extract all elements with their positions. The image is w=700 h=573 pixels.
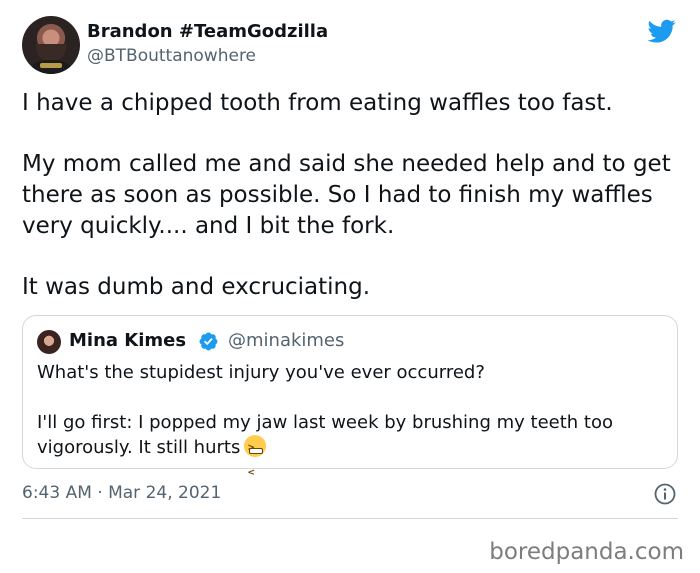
quoted-paragraph: I'll go first: I popped my jaw last week… [37,410,667,486]
quoted-author-avatar[interactable] [37,330,61,354]
tweet-paragraph: My mom called me and said she needed hel… [22,151,671,239]
quoted-tweet-text: What's the stupidest injury you've ever … [37,360,667,486]
tweet-card: Brandon #TeamGodzilla @BTBouttanowhere I… [0,0,700,573]
verified-badge-icon [199,332,218,351]
tweet-paragraph: I have a chipped tooth from eating waffl… [22,90,613,116]
watermark: boredpanda.com [489,539,684,565]
tweet-text: I have a chipped tooth from eating waffl… [22,88,682,303]
author-avatar[interactable] [22,16,80,74]
confounded-face-icon [244,435,267,486]
divider [22,518,678,519]
avatar-shirt-print [40,63,62,68]
author-name[interactable]: Brandon #TeamGodzilla [87,21,328,43]
author-handle[interactable]: @BTBouttanowhere [87,45,256,67]
tweet-timestamp[interactable]: 6:43 AM · Mar 24, 2021 [22,482,221,504]
quoted-tweet[interactable]: Mina Kimes @minakimes What's the stupide… [22,315,678,486]
twitter-bird-icon[interactable] [646,17,678,45]
quoted-paragraph-text: I'll go first: I popped my jaw last week… [37,412,613,458]
info-icon[interactable] [653,482,677,506]
tweet-paragraph: It was dumb and excruciating. [22,274,371,300]
quoted-author-name[interactable]: Mina Kimes [69,329,186,353]
quoted-author-handle[interactable]: @minakimes [228,329,344,353]
quoted-paragraph: What's the stupidest injury you've ever … [37,362,485,383]
